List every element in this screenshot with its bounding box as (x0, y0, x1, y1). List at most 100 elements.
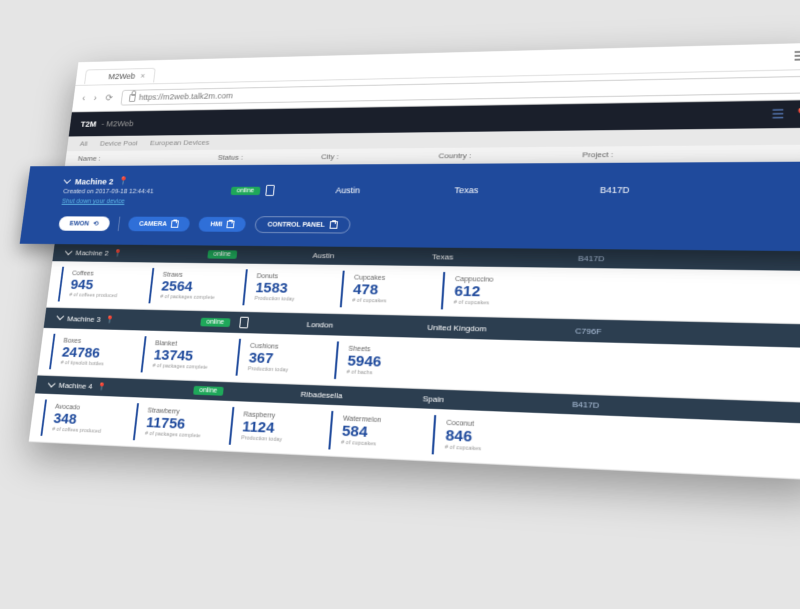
status-badge: online (193, 386, 223, 396)
brand-block: T2M - M2Web (80, 119, 134, 128)
col-city[interactable]: City : (321, 152, 439, 161)
country-value: United Kingdom (427, 322, 575, 335)
device-icon (265, 185, 275, 196)
kpi-sublabel: # of packages complete (152, 363, 209, 371)
kpi-sublabel: Production today (248, 366, 307, 374)
filter-european[interactable]: European Devices (150, 138, 210, 147)
back-icon[interactable]: ‹ (82, 94, 86, 103)
map-pin-icon[interactable]: 📍 (113, 249, 123, 257)
created-on-text: Created on 2017-09-18 12:44:41 (63, 189, 232, 195)
brand-logo: T2M (80, 120, 97, 129)
chevron-down-icon[interactable] (65, 247, 73, 255)
kpi-card: Boxes24786# of tipsololt bottles (49, 334, 128, 372)
kpi-value: 13745 (153, 348, 211, 364)
kpi-value: 612 (454, 284, 517, 300)
machine-name: Machine 3 (67, 314, 101, 323)
kpi-value: 2564 (161, 279, 219, 294)
kpi-sublabel: Production today (254, 296, 313, 303)
machine-name: Machine 4 (58, 381, 93, 391)
kpi-sublabel: # of cupcakes (352, 298, 413, 305)
col-project[interactable]: Project : (582, 149, 800, 160)
browser-tab[interactable]: M2Web × (84, 68, 156, 84)
reload-icon[interactable]: ⟳ (105, 93, 113, 103)
app-window: M2Web × ‹ › ⟳ https://m2web.talk2m.com T… (29, 43, 800, 481)
kpi-card: Avocado348# of coffees produced (40, 399, 120, 439)
col-name[interactable]: Name : (65, 153, 218, 162)
kpi-card: Coffees945# of coffees produced (58, 267, 136, 303)
favicon (94, 74, 103, 79)
kpi-value: 584 (341, 424, 404, 442)
status-badge: online (207, 250, 237, 259)
external-link-icon (227, 221, 235, 228)
ewon-button[interactable]: EWON ⟲ (58, 216, 110, 231)
kpi-value: 11756 (145, 415, 204, 432)
kpi-card: Donuts1583Production today (242, 269, 325, 307)
city-value: Austin (335, 185, 455, 195)
machine-name: Machine 2 (74, 177, 113, 186)
city-value: Austin (312, 251, 432, 261)
forward-icon[interactable]: › (93, 94, 97, 103)
shutdown-link[interactable]: Shut down your device (62, 199, 125, 205)
hamburger-menu-icon[interactable] (795, 51, 800, 61)
kpi-value: 1124 (242, 419, 303, 437)
country-value: Texas (454, 185, 600, 195)
col-country[interactable]: Country : (438, 151, 582, 161)
country-value: Spain (422, 394, 572, 409)
kpi-sublabel: # of coffees produced (52, 427, 108, 435)
kpi-sublabel: # of packages complete (145, 431, 203, 440)
brand-subtitle: - M2Web (101, 119, 134, 128)
camera-button[interactable]: CAMERA (127, 217, 190, 232)
external-link-icon (329, 221, 337, 229)
kpi-card: Strawberry11756# of packages complete (133, 403, 215, 444)
list-view-icon[interactable]: ☰ (771, 107, 784, 123)
status-badge: online (231, 186, 261, 194)
tab-title: M2Web (108, 72, 136, 81)
link-icon: ⟲ (93, 220, 99, 227)
status-badge: online (200, 317, 230, 326)
map-pin-icon[interactable]: 📍 (97, 382, 107, 391)
machine-name: Machine 2 (75, 249, 109, 258)
kpi-value: 5946 (347, 354, 409, 371)
city-value: Ribadesella (300, 390, 423, 404)
hmi-button[interactable]: HMI (198, 217, 246, 232)
chevron-down-icon[interactable] (64, 176, 71, 183)
machine-list: Machine 2 📍 online AustinTexasB417D Coffees9… (29, 244, 800, 481)
kpi-sublabel: # of tipsololt bottles (60, 360, 115, 367)
external-link-icon (171, 220, 179, 227)
kpi-value: 24786 (61, 345, 117, 361)
filter-device-pool[interactable]: Device Pool (99, 139, 138, 147)
kpi-sublabel: # of bachs (346, 369, 408, 377)
kpi-card: Cappuccino612# of cupcakes (441, 272, 529, 311)
kpi-card: Cupcakes478# of cupcakes (340, 271, 425, 309)
kpi-value: 478 (353, 282, 414, 298)
expanded-machine-panel: Machine 2 📍 Created on 2017-09-18 12:44:… (20, 161, 800, 251)
kpi-card: Sheets5946# of bachs (334, 341, 420, 381)
kpi-value: 348 (53, 411, 110, 428)
map-pin-icon[interactable]: 📍 (105, 315, 115, 324)
kpi-card: Coconut846# of cupcakes (432, 415, 522, 458)
location-pin-icon[interactable]: 📍 (793, 107, 800, 121)
device-icon (239, 317, 249, 329)
city-value: London (306, 320, 427, 332)
kpi-card: Blanket13745# of packages complete (141, 336, 222, 375)
map-pin-icon[interactable]: 📍 (118, 176, 129, 186)
filter-all[interactable]: All (79, 140, 88, 148)
col-status[interactable]: Status : (217, 153, 321, 162)
kpi-card: Straws2564# of packages complete (148, 268, 228, 305)
project-value: C796F (575, 326, 800, 341)
chevron-down-icon[interactable] (57, 312, 65, 320)
close-tab-icon[interactable]: × (140, 72, 146, 81)
kpi-value: 367 (248, 351, 308, 367)
project-value: B417D (578, 254, 800, 266)
chevron-down-icon[interactable] (48, 379, 56, 387)
control-panel-button[interactable]: CONTROL PANEL (254, 216, 351, 233)
kpi-value: 846 (445, 428, 510, 446)
kpi-value: 945 (70, 278, 126, 293)
kpi-card: Watermelon584# of cupcakes (328, 411, 415, 453)
lock-icon (129, 94, 136, 102)
kpi-sublabel: # of cupcakes (453, 300, 516, 307)
kpi-card: Raspberry1124Production today (229, 407, 314, 449)
country-value: Texas (432, 252, 579, 262)
kpi-card: Cushions367Production today (236, 339, 320, 379)
kpi-sublabel: # of coffees produced (69, 292, 124, 299)
